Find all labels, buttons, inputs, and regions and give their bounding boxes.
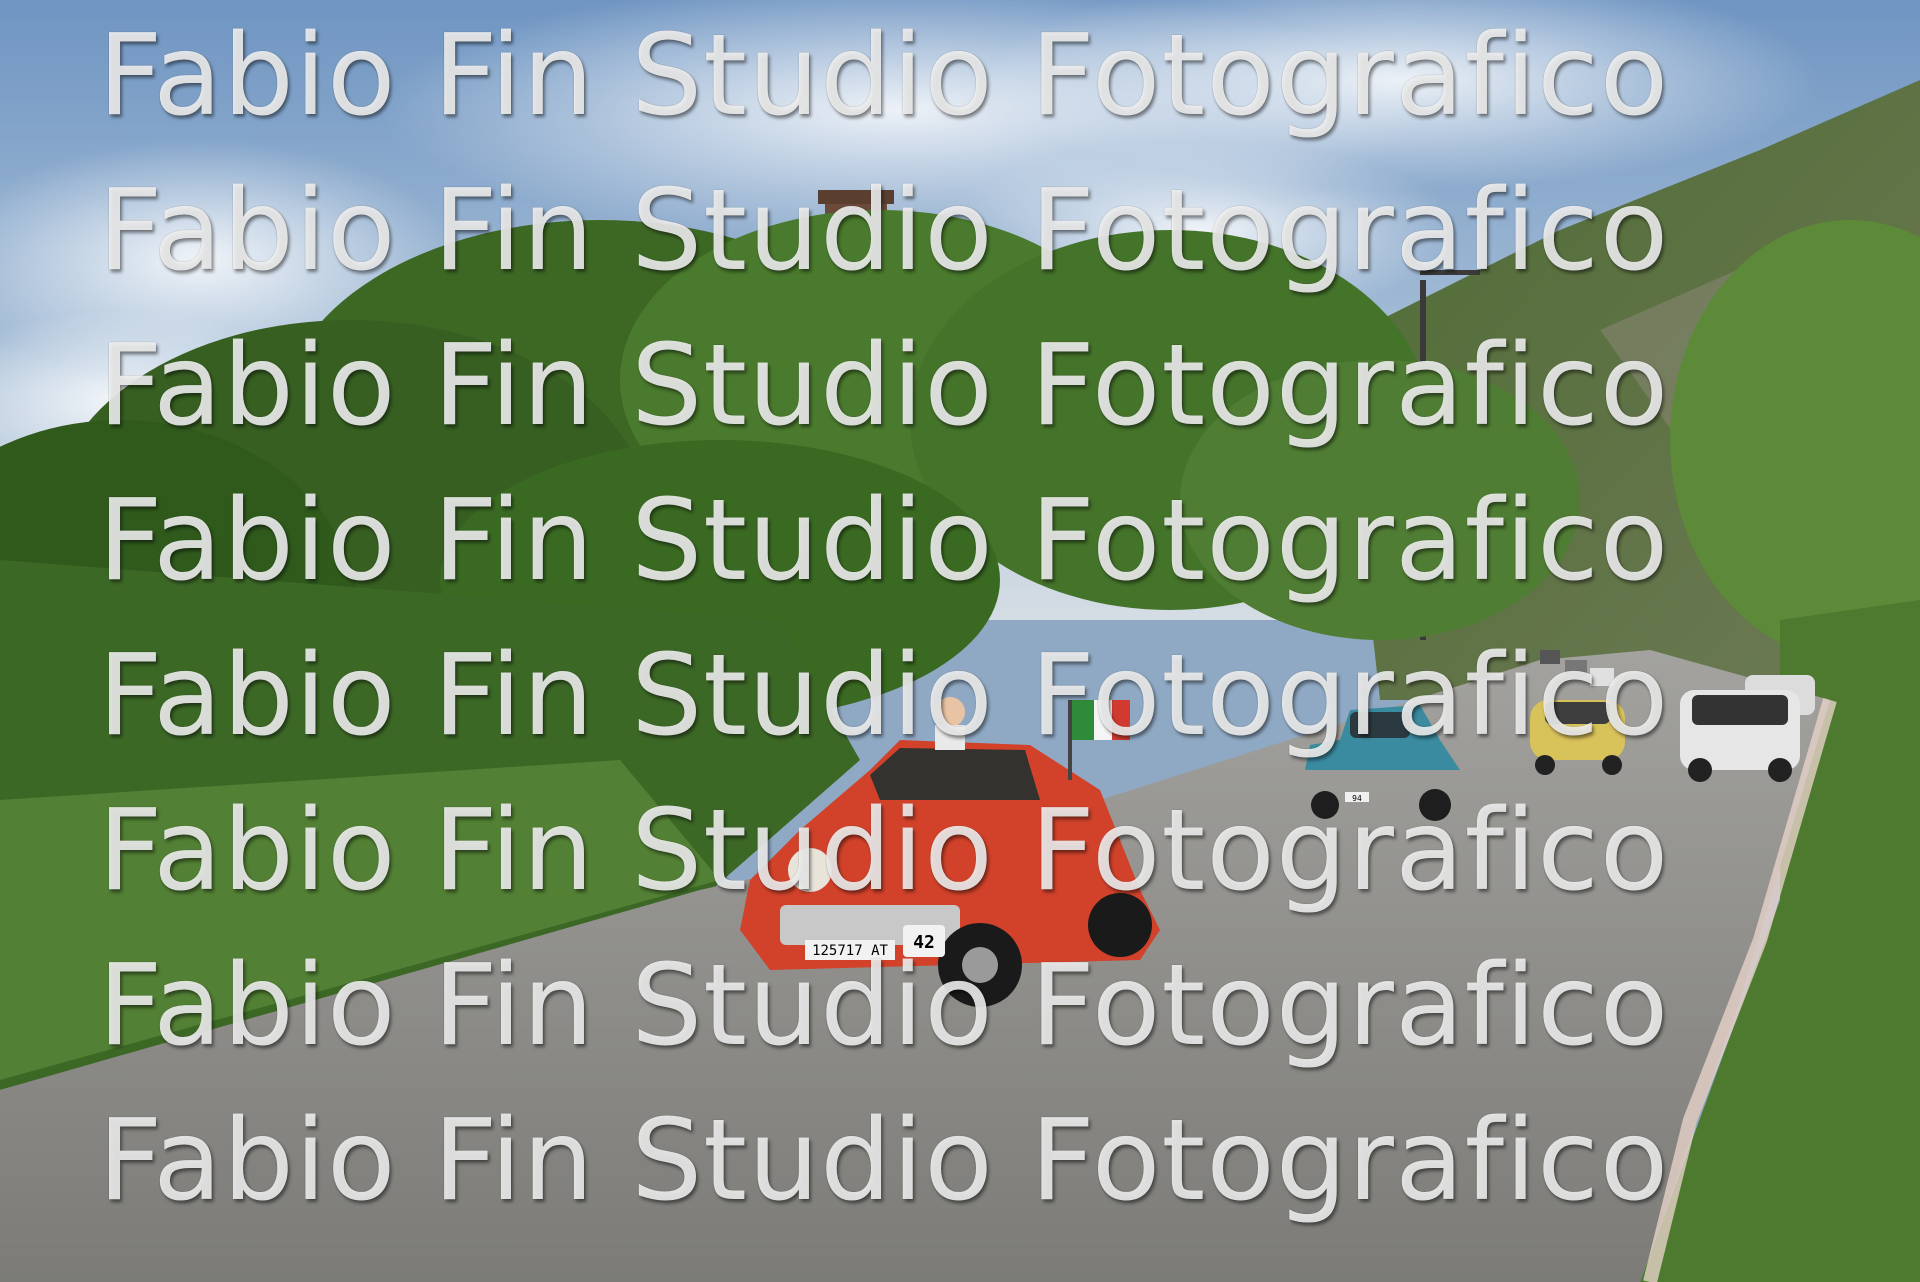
landscape-photo: 94 125717 AT 42 <box>0 0 1920 1282</box>
rally-number: 42 <box>913 932 935 953</box>
white-suv <box>1680 690 1800 782</box>
blue-car-plate: 94 <box>1352 794 1362 803</box>
red-car-plate: 125717 AT <box>812 943 888 959</box>
photo-scene: 94 125717 AT 42 Fabio Fin Studio Fotogra… <box>0 0 1920 1282</box>
